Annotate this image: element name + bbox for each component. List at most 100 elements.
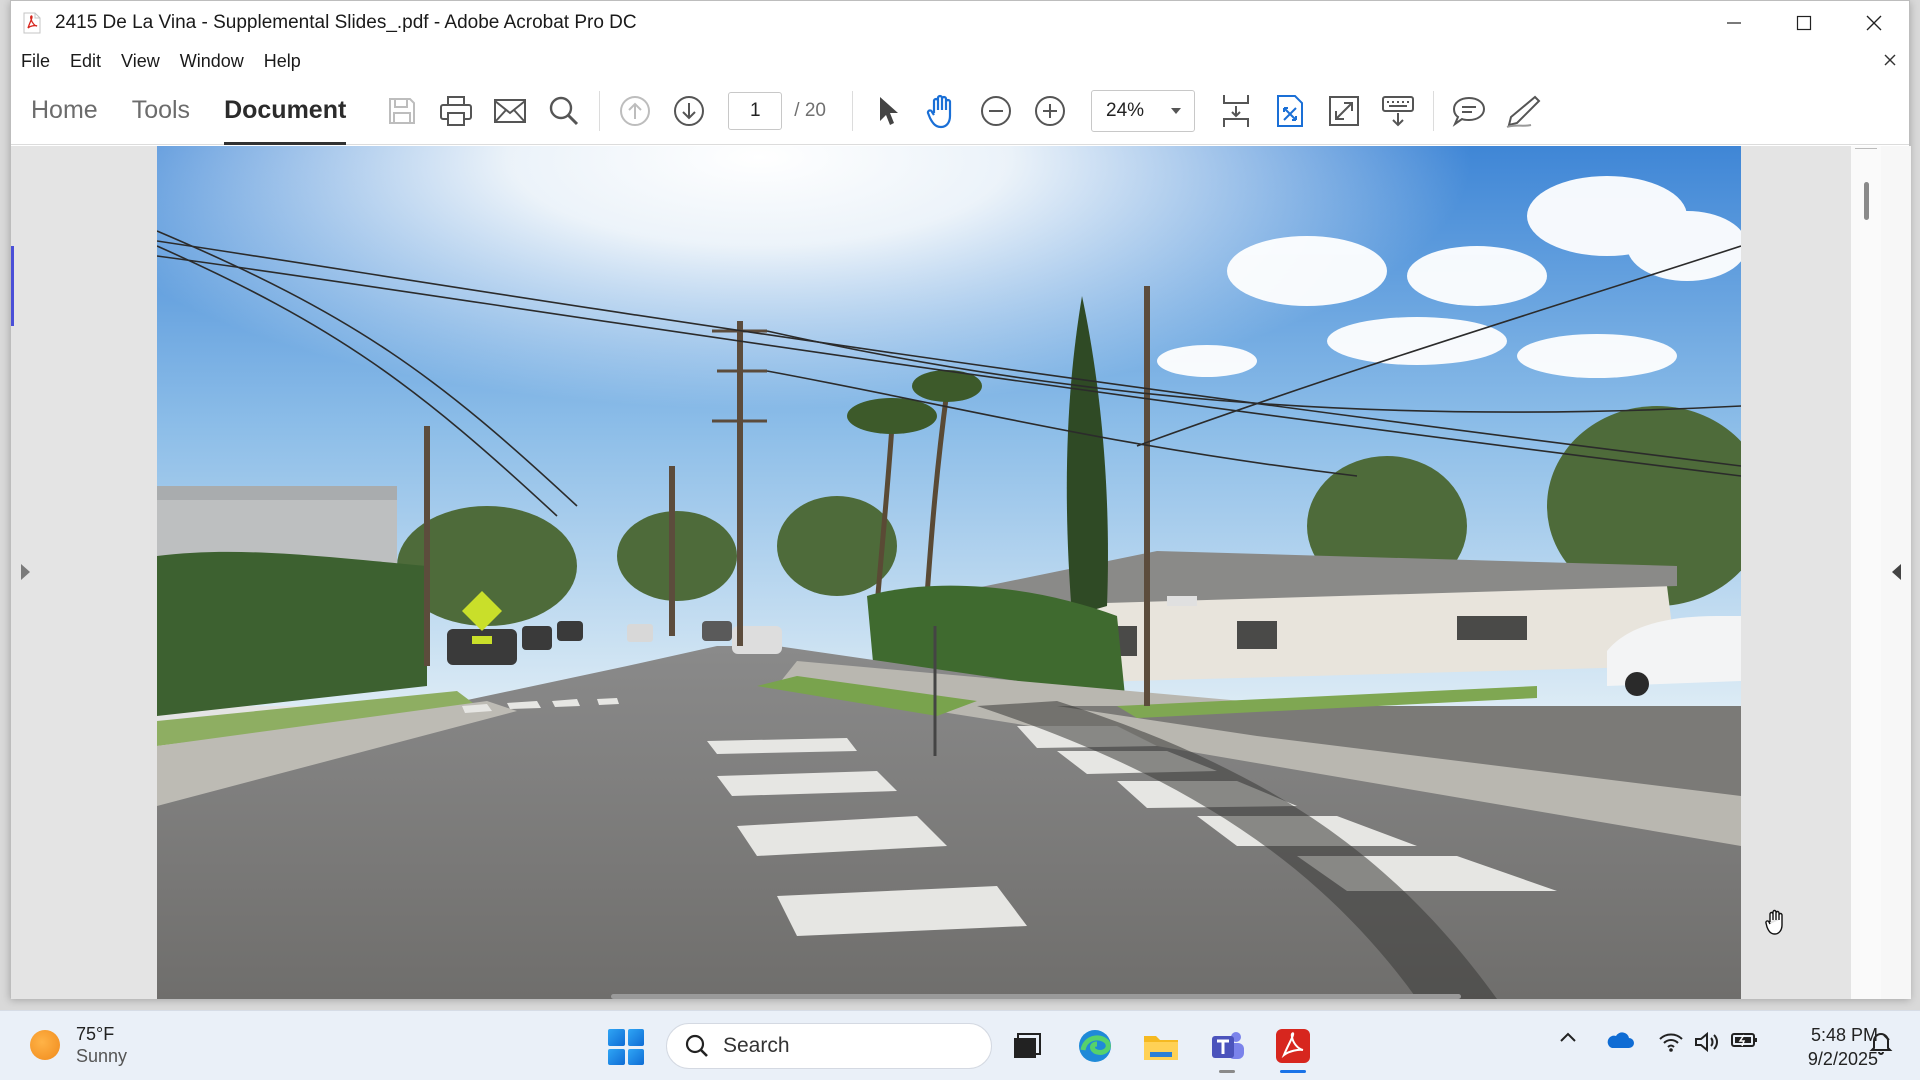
minimize-button[interactable] bbox=[1699, 1, 1769, 45]
onedrive-button[interactable] bbox=[1604, 1031, 1636, 1049]
close-button[interactable] bbox=[1839, 1, 1909, 45]
minus-circle-icon bbox=[981, 95, 1011, 126]
menu-view[interactable]: View bbox=[111, 51, 170, 72]
windows-logo-pane bbox=[627, 1048, 644, 1065]
chevron-up-icon bbox=[1560, 1032, 1576, 1042]
folder-icon bbox=[1144, 1036, 1178, 1060]
system-clock[interactable]: 5:48 PM 9/2/2025 bbox=[1778, 1023, 1878, 1071]
menu-help[interactable]: Help bbox=[254, 51, 311, 72]
window-title: 2415 De La Vina - Supplemental Slides_.p… bbox=[55, 12, 637, 33]
pointer-arrow-icon bbox=[880, 96, 898, 125]
page-total: / 20 bbox=[794, 99, 826, 121]
menu-window[interactable]: Window bbox=[170, 51, 254, 72]
tab-document[interactable]: Document bbox=[224, 77, 347, 145]
task-view-button[interactable] bbox=[1006, 1025, 1048, 1067]
select-tool-button[interactable] bbox=[866, 89, 910, 133]
zoom-level-value: 24% bbox=[1106, 99, 1145, 121]
page-number-input[interactable]: 1 bbox=[728, 91, 783, 130]
collapse-right-panel-icon[interactable] bbox=[1892, 564, 1901, 580]
menu-file[interactable]: File bbox=[11, 51, 60, 72]
taskbar-teams-button[interactable] bbox=[1206, 1025, 1248, 1073]
draw-button[interactable] bbox=[1501, 89, 1545, 133]
next-page-button[interactable] bbox=[667, 89, 711, 133]
vertical-scrollbar-thumb[interactable] bbox=[1864, 182, 1869, 220]
search-icon bbox=[685, 1034, 708, 1057]
weather-temp: 75°F bbox=[76, 1024, 115, 1044]
taskbar-search-box[interactable]: Search bbox=[666, 1023, 992, 1069]
windows-taskbar: 75°F Sunny Search 5:48 PM 9/2/2025 bbox=[0, 1010, 1920, 1080]
street-view-image bbox=[157, 146, 1741, 999]
expand-icon bbox=[1329, 95, 1359, 126]
show-hidden-icons-button[interactable] bbox=[1556, 1031, 1580, 1043]
notification-bell-icon bbox=[1869, 1033, 1893, 1055]
title-bar[interactable]: 2415 De La Vina - Supplemental Slides_.p… bbox=[11, 1, 1909, 45]
zoom-out-button[interactable] bbox=[974, 89, 1018, 133]
read-mode-button[interactable] bbox=[1376, 89, 1420, 133]
tab-home[interactable]: Home bbox=[31, 77, 98, 145]
left-panel-handle[interactable] bbox=[11, 246, 14, 326]
toolbar-separator bbox=[1433, 90, 1434, 131]
full-screen-button[interactable] bbox=[1322, 89, 1366, 133]
volume-button[interactable] bbox=[1692, 1031, 1722, 1053]
task-view-icon bbox=[1014, 1033, 1041, 1058]
toolbar-separator bbox=[852, 90, 853, 131]
notifications-button[interactable] bbox=[1866, 1031, 1896, 1055]
running-indicator bbox=[1219, 1070, 1235, 1073]
windows-logo-pane bbox=[627, 1029, 644, 1046]
active-app-indicator bbox=[1280, 1070, 1306, 1073]
clock-date: 9/2/2025 bbox=[1807, 1049, 1878, 1069]
page-scroll-icon bbox=[1223, 94, 1249, 127]
weather-text: 75°F Sunny bbox=[76, 1023, 127, 1067]
network-button[interactable] bbox=[1656, 1031, 1686, 1053]
menu-edit[interactable]: Edit bbox=[60, 51, 111, 72]
chevron-down-icon bbox=[1171, 107, 1181, 114]
zoom-in-button[interactable] bbox=[1028, 89, 1072, 133]
search-icon bbox=[550, 96, 579, 125]
zoom-level-dropdown[interactable]: 24% bbox=[1091, 89, 1195, 132]
hand-icon bbox=[926, 94, 952, 128]
acrobat-icon bbox=[1276, 1029, 1310, 1063]
pdf-page-street-photo bbox=[157, 146, 1741, 999]
tab-tools[interactable]: Tools bbox=[132, 77, 190, 145]
scrolling-mode-button[interactable] bbox=[1214, 89, 1258, 133]
weather-widget[interactable]: 75°F Sunny bbox=[30, 1023, 127, 1067]
speaker-icon bbox=[1695, 1031, 1718, 1053]
fit-page-icon bbox=[1277, 94, 1303, 127]
start-button[interactable] bbox=[608, 1029, 644, 1065]
vertical-scrollbar[interactable] bbox=[1851, 146, 1881, 999]
email-button[interactable] bbox=[488, 89, 532, 133]
pen-icon bbox=[1506, 95, 1541, 128]
previous-page-button[interactable] bbox=[613, 89, 657, 133]
main-toolbar: Home Tools Document 1 / 20 24% bbox=[11, 77, 1909, 145]
edge-browser-icon bbox=[1079, 1030, 1111, 1062]
search-placeholder: Search bbox=[723, 1034, 790, 1057]
battery-button[interactable] bbox=[1728, 1031, 1760, 1049]
window-controls bbox=[1699, 1, 1909, 45]
sun-icon bbox=[30, 1030, 60, 1060]
acrobat-file-icon bbox=[23, 12, 41, 34]
document-viewport[interactable] bbox=[11, 146, 1911, 999]
comment-button[interactable] bbox=[1447, 89, 1491, 133]
speech-bubble-icon bbox=[1452, 96, 1486, 127]
print-button[interactable] bbox=[434, 89, 478, 133]
keyboard-down-icon bbox=[1382, 95, 1414, 126]
save-button[interactable] bbox=[380, 89, 424, 133]
horizontal-scrollbar-thumb[interactable] bbox=[611, 994, 1461, 999]
taskbar-acrobat-button[interactable] bbox=[1272, 1025, 1314, 1073]
expand-left-panel-icon[interactable] bbox=[21, 564, 30, 580]
cloud-icon bbox=[1607, 1032, 1634, 1048]
taskbar-file-explorer-button[interactable] bbox=[1140, 1025, 1182, 1067]
minimize-icon bbox=[1727, 22, 1741, 24]
clock-time: 5:48 PM bbox=[1810, 1025, 1878, 1045]
find-button[interactable] bbox=[542, 89, 586, 133]
toolbar-separator bbox=[599, 90, 601, 131]
wifi-icon bbox=[1659, 1033, 1683, 1052]
save-icon bbox=[389, 97, 416, 124]
close-document-button[interactable] bbox=[1879, 49, 1901, 71]
fit-page-button[interactable] bbox=[1268, 89, 1312, 133]
windows-logo-pane bbox=[608, 1048, 625, 1065]
hand-tool-button[interactable] bbox=[920, 89, 964, 133]
taskbar-edge-button[interactable] bbox=[1074, 1025, 1116, 1067]
maximize-button[interactable] bbox=[1769, 1, 1839, 45]
weather-condition: Sunny bbox=[76, 1046, 128, 1066]
